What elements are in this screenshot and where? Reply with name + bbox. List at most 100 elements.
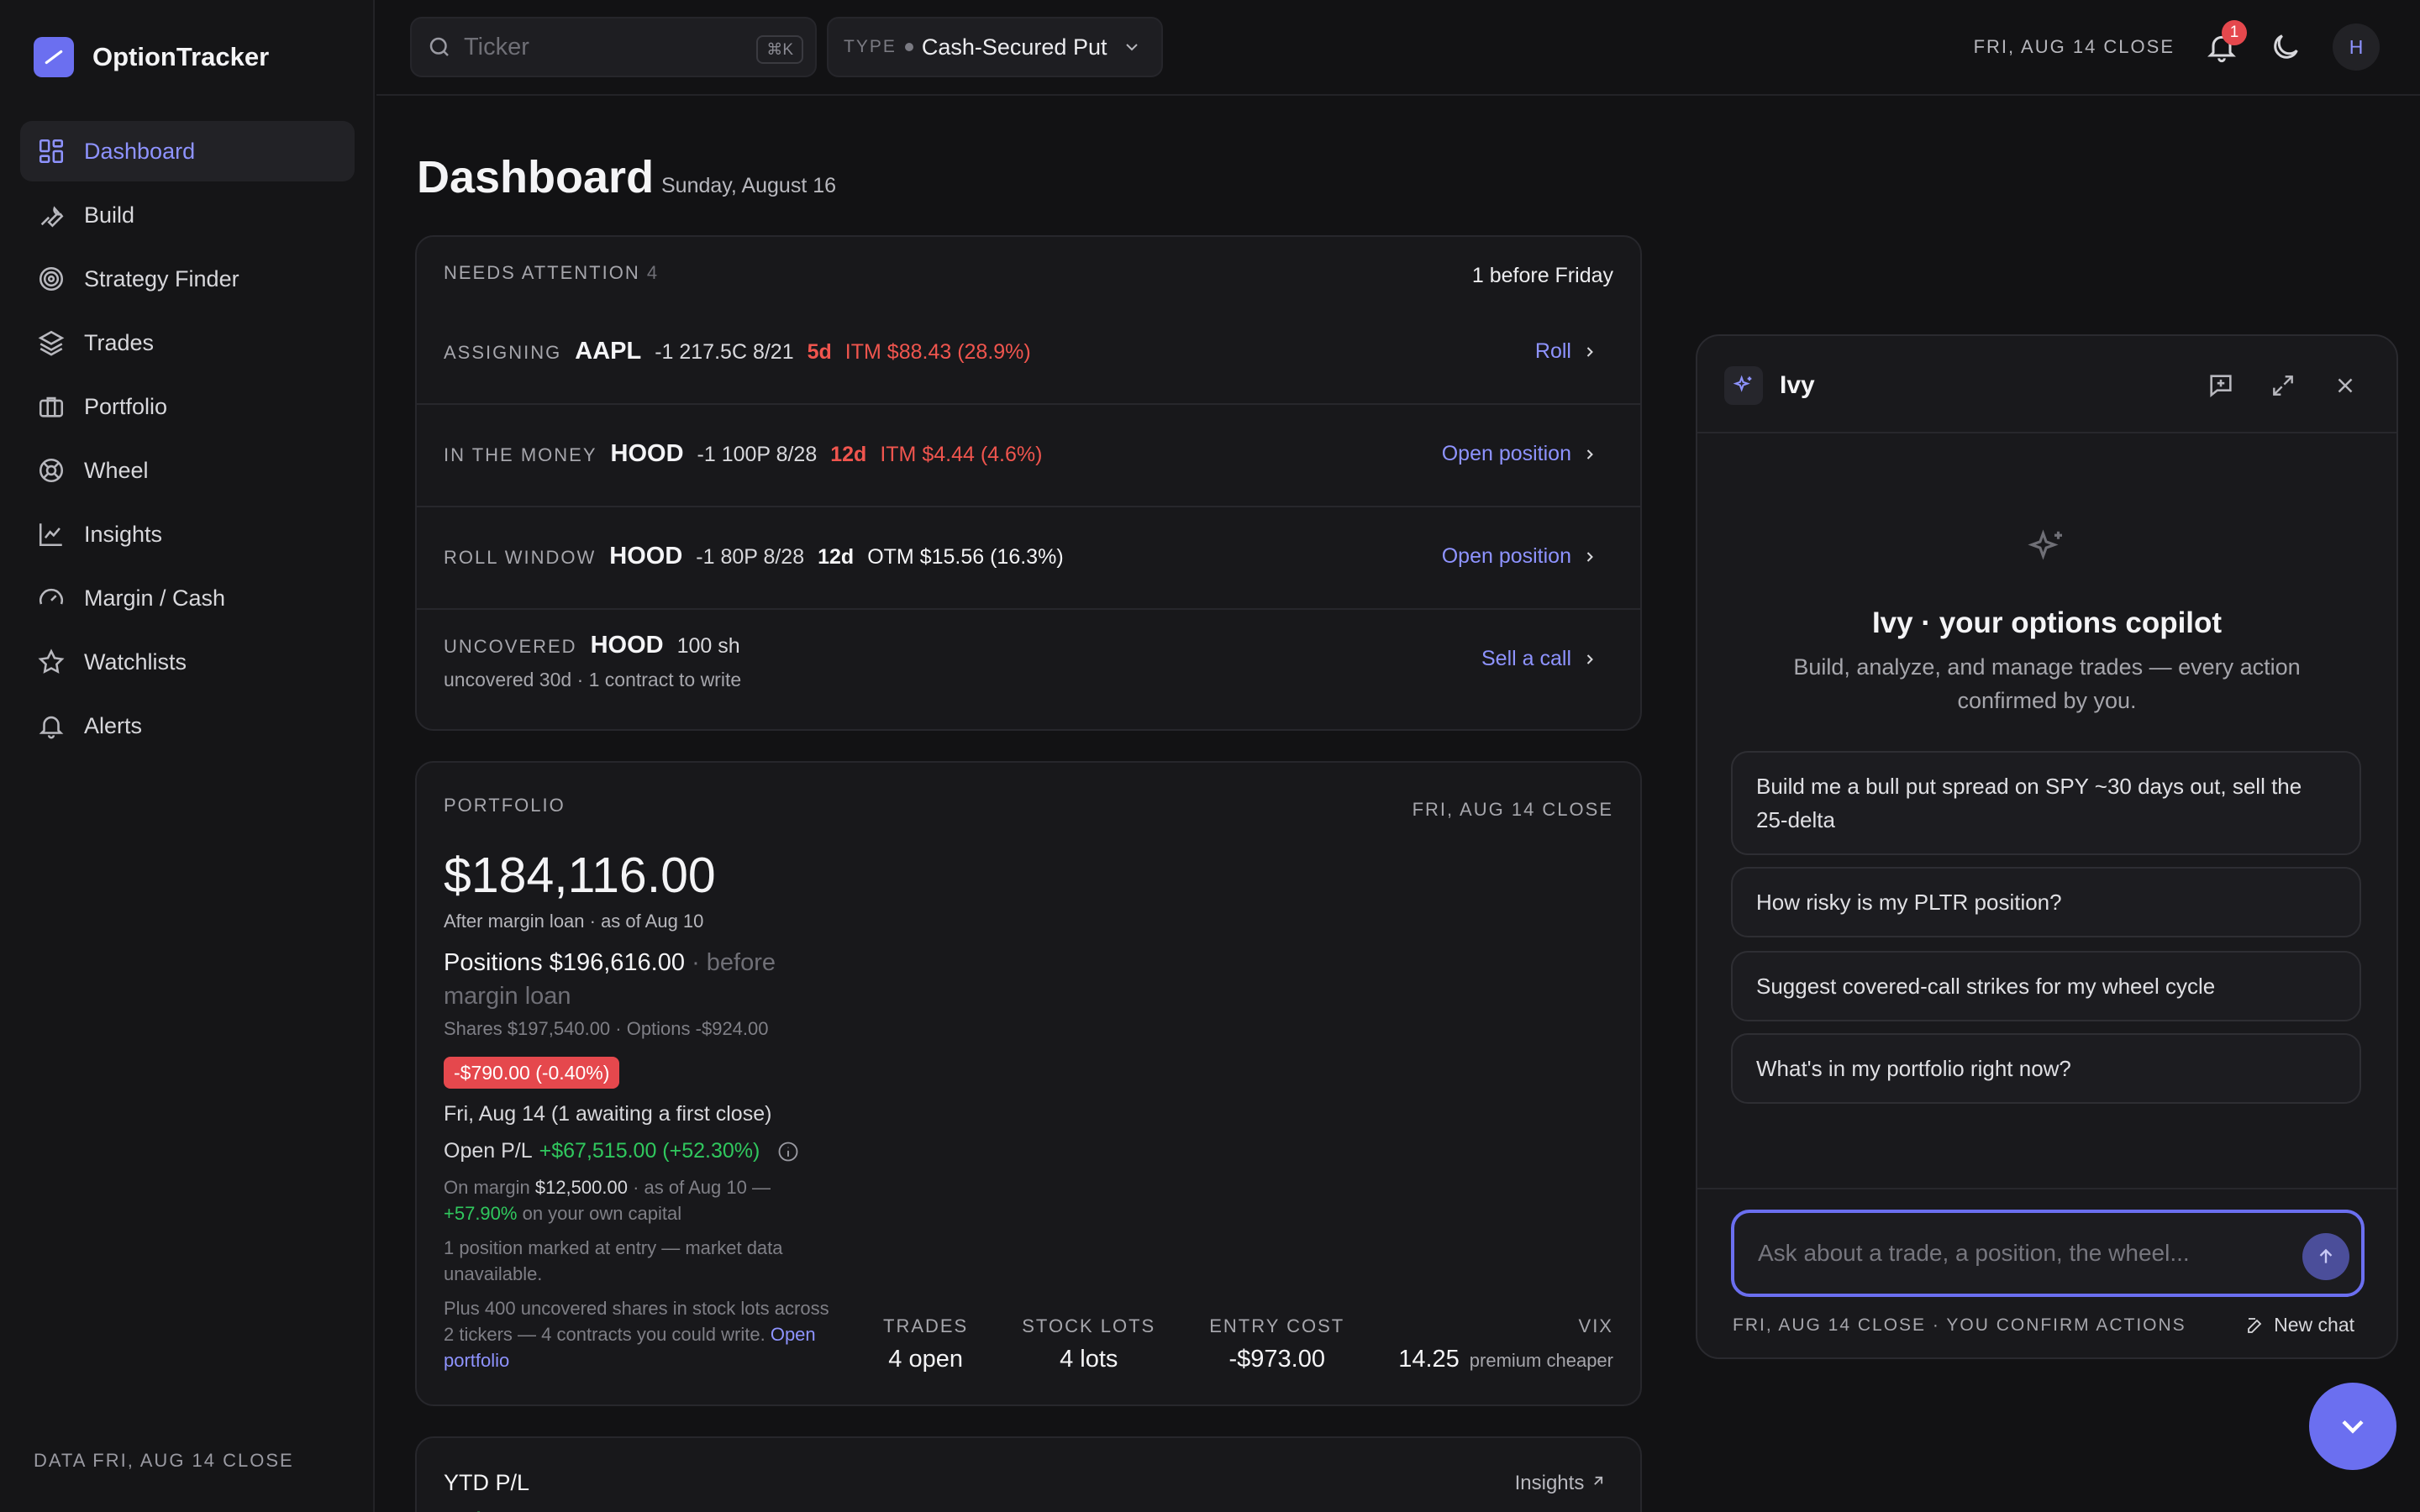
app-name: OptionTracker [92,42,270,71]
chevron-right-icon [1586,346,1593,357]
expand-button[interactable] [2267,370,2299,402]
positions-amount: Positions $196,616.00 [444,949,685,976]
margin-note: On margin $12,500.00 · as of Aug 10 — +5… [444,1174,839,1226]
row-ticker[interactable]: HOOD [591,632,664,659]
type-value: Cash-Secured Put [921,34,1107,60]
notifications-button[interactable]: 1 [2205,20,2247,64]
close-button[interactable] [2329,370,2361,402]
sidebar-item-label: Wheel [84,457,149,483]
ivy-composer: FRI, AUG 14 CLOSE · YOU CONFIRM ACTIONS … [1697,1188,2396,1357]
ivy-input-box[interactable] [1731,1210,2365,1297]
suggestion-chip[interactable]: What's in my portfolio right now? [1731,1033,2361,1104]
roll-button[interactable]: Roll [1535,339,1598,364]
edit-icon [2248,1317,2262,1333]
chat-input[interactable] [1758,1240,2270,1267]
row-contract: -1 100P 8/28 [697,443,818,466]
attention-row: ROLL WINDOW HOOD -1 80P 8/28 12d OTM $15… [417,507,1640,610]
chevron-down-icon [2342,1420,2364,1434]
sidebar-item-wheel[interactable]: Wheel [20,440,355,501]
sidebar-item-alerts[interactable]: Alerts [20,696,355,756]
sidebar-item-label: Portfolio [84,393,168,419]
ytd-card: YTD P/L Insights +$625 +1 [415,1436,1642,1512]
ticker-search[interactable]: ⌘K [410,17,817,77]
row-ticker[interactable]: AAPL [575,338,641,365]
briefcase-icon [39,396,64,417]
stat-trades[interactable]: TRADES 4 open [883,1315,968,1373]
row-dte: 12d [818,545,855,569]
row-moneyness: ITM $4.44 (4.6%) [880,443,1043,466]
dashboard-icon [39,139,64,164]
send-button[interactable] [2302,1233,2349,1280]
attention-row: IN THE MONEY HOOD -1 100P 8/28 12d ITM $… [417,405,1640,507]
insights-link[interactable]: Insights [1515,1472,1607,1495]
gauge-icon [39,588,63,605]
type-dot [904,43,913,51]
margin-label: On margin [444,1177,530,1198]
ivy-headline: Ivy · your options copilot [1871,606,2223,639]
stat-entry-cost: ENTRY COST -$973.00 [1209,1315,1344,1373]
stat-stock-lots[interactable]: STOCK LOTS 4 lots [1022,1315,1155,1373]
message-plus-icon [2210,375,2232,397]
row-action-label: Roll [1534,339,1571,363]
search-input[interactable] [464,33,733,61]
expand-icon [2273,375,2293,396]
info-icon[interactable] [776,1140,800,1163]
arrow-up-icon [2319,1248,2333,1263]
sell-call-button[interactable]: Sell a call [1481,647,1598,671]
attention-count: 4 [646,262,660,283]
stat-value: 14.25 premium cheaper [1398,1346,1613,1373]
sidebar-item-margin-cash[interactable]: Margin / Cash [20,568,355,628]
open-position-button[interactable]: Open position [1442,442,1598,466]
sidebar-item-insights[interactable]: Insights [20,504,355,564]
sparkle-icon [1697,526,2396,575]
margin-asof: · as of Aug 10 — [633,1177,771,1198]
sidebar-item-watchlists[interactable]: Watchlists [20,632,355,692]
card-header: NEEDS ATTENTION 4 [444,262,659,284]
suggestion-chip[interactable]: Build me a bull put spread on SPY ~30 da… [1731,751,2361,855]
sidebar-item-build[interactable]: Build [20,185,355,245]
new-chat-icon-button[interactable] [2205,370,2237,402]
market-close-label: FRI, AUG 14 CLOSE [1973,36,2175,57]
row-dte: 12d [830,443,867,466]
theme-toggle[interactable] [2269,30,2302,64]
portfolio-card: PORTFOLIO FRI, AUG 14 CLOSE $184,116.00 … [415,761,1642,1406]
sidebar-item-portfolio[interactable]: Portfolio [20,376,355,437]
open-position-button[interactable]: Open position [1442,544,1598,569]
suggestion-chip[interactable]: Suggest covered-call strikes for my whee… [1731,951,2361,1021]
collapse-chat-button[interactable] [2309,1383,2396,1470]
ivy-description: Build, analyze, and manage trades — ever… [1793,654,2301,713]
positions-breakdown: Shares $197,540.00 · Options -$924.00 [444,1018,769,1039]
day-change-note: Fri, Aug 14 (1 awaiting a first close) [444,1102,772,1126]
ytd-value: +$625 [444,1505,557,1512]
sidebar-item-strategy-finder[interactable]: Strategy Finder [20,249,355,309]
sidebar-item-trades[interactable]: Trades [20,312,355,373]
page-title: Dashboard [417,152,655,202]
type-select[interactable]: TYPE Cash-Secured Put [827,17,1163,77]
new-chat-button[interactable]: New chat [2245,1314,2354,1336]
positions-value: Positions $196,616.00 · before margin lo… [444,946,813,1013]
stat-value: 4 open [888,1346,963,1373]
star-icon [38,648,65,674]
data-status: DATA FRI, AUG 14 CLOSE [34,1450,294,1471]
sidebar-item-dashboard[interactable]: Dashboard [20,121,355,181]
suggestion-chip[interactable]: How risky is my PLTR position? [1731,867,2361,937]
wheel-icon [39,458,64,483]
search-icon [429,37,449,56]
moon-icon [2274,34,2298,59]
bell-icon [39,716,64,739]
row-ticker[interactable]: HOOD [611,440,684,468]
ivy-chat-panel: Ivy Ivy · your options copilot Build, an… [1696,334,2398,1359]
insights-link-label: Insights [1514,1472,1585,1494]
card-title: PORTFOLIO [444,795,566,816]
chevron-down-icon [1126,44,1139,51]
sidebar-item-label: Strategy Finder [84,265,239,291]
row-ticker[interactable]: HOOD [609,543,682,570]
portfolio-after-note: After margin loan · as of Aug 10 [444,911,704,932]
margin-value: $12,500.00 [534,1177,628,1198]
portfolio-total: $184,116.00 [444,848,716,903]
page-date: Sunday, August 16 [661,174,837,197]
brand[interactable]: OptionTracker [34,37,269,77]
margin-return: +57.90% [444,1203,518,1224]
avatar[interactable]: H [2333,24,2380,71]
row-dte: 5d [807,340,832,364]
